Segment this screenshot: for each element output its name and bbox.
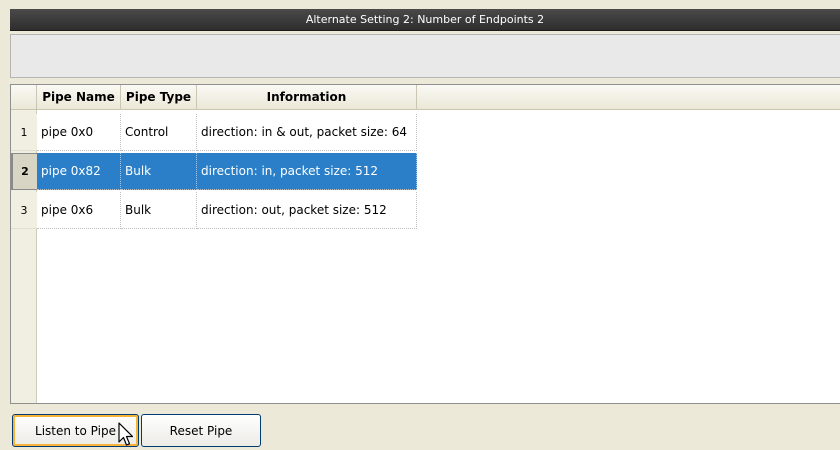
window-title-bar: Alternate Setting 2: Number of Endpoints… (10, 9, 840, 31)
cell-information[interactable]: direction: in, packet size: 512 (197, 153, 417, 190)
listen-to-pipe-button[interactable]: Listen to Pipe (12, 414, 139, 447)
column-header-information[interactable]: Information (197, 85, 417, 109)
header-corner (11, 85, 37, 109)
cell-pipe-type[interactable]: Control (121, 114, 197, 151)
cell-pipe-name[interactable]: pipe 0x6 (37, 192, 121, 229)
cell-pipe-name[interactable]: pipe 0x0 (37, 114, 121, 151)
pipes-table: Pipe Name Pipe Type Information 1 pipe 0… (10, 84, 840, 404)
reset-pipe-button[interactable]: Reset Pipe (141, 414, 261, 447)
column-header-pipe-type[interactable]: Pipe Type (121, 85, 197, 109)
row-number: 1 (11, 114, 37, 151)
row-number: 3 (11, 192, 37, 229)
table-header: Pipe Name Pipe Type Information (11, 85, 840, 110)
table-row[interactable]: 3 pipe 0x6 Bulk direction: out, packet s… (11, 192, 417, 229)
cell-pipe-type[interactable]: Bulk (121, 192, 197, 229)
cell-pipe-name[interactable]: pipe 0x82 (37, 153, 121, 190)
cell-information[interactable]: direction: out, packet size: 512 (197, 192, 417, 229)
window-title: Alternate Setting 2: Number of Endpoints… (305, 13, 545, 26)
table-row[interactable]: 1 pipe 0x0 Control direction: in & out, … (11, 114, 417, 151)
row-number: 2 (11, 153, 37, 190)
cell-pipe-type[interactable]: Bulk (121, 153, 197, 190)
cell-information[interactable]: direction: in & out, packet size: 64 (197, 114, 417, 151)
column-header-pipe-name[interactable]: Pipe Name (37, 85, 121, 109)
toolbar-panel (10, 34, 840, 78)
table-row-selected[interactable]: 2 pipe 0x82 Bulk direction: in, packet s… (11, 153, 417, 190)
